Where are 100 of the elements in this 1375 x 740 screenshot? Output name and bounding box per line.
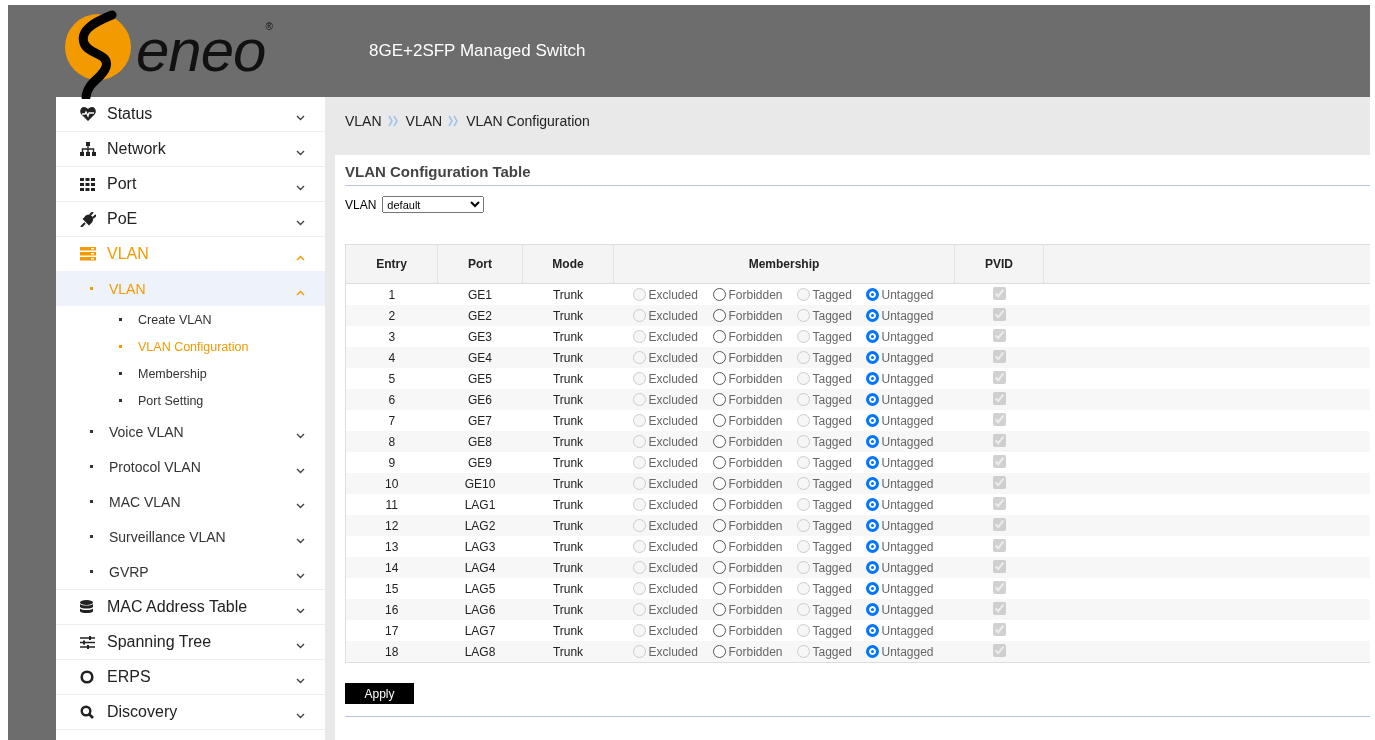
radio-button[interactable] [865,456,879,469]
table-cell: 1 [345,283,438,305]
table-cell: 13 [345,536,438,557]
table-cell: 10 [345,473,438,494]
radio-button[interactable] [712,309,726,322]
sitemap-icon [80,142,96,156]
radio-button[interactable] [865,309,879,322]
menu-item[interactable]: PoE [56,202,325,237]
submenu-item[interactable]: GVRP [56,554,325,589]
radio-button[interactable] [712,414,726,427]
breadcrumb-item: VLAN Configuration [466,113,590,129]
radio-label: Forbidden [728,392,783,407]
table-cell: Trunk [522,557,614,578]
radio-button[interactable] [712,498,726,511]
radio-button[interactable] [865,498,879,511]
menu-item[interactable]: Port [56,167,325,202]
radio-button[interactable] [865,477,879,490]
vlan-select[interactable]: default [382,196,485,213]
submenu-item[interactable]: Surveillance VLAN [56,519,325,554]
menu-item[interactable]: Network [56,132,325,167]
grid-icon [80,177,95,191]
radio-label: Untagged [881,371,934,386]
table-cell: GE10 [437,473,523,494]
radio-label: Tagged [812,308,852,323]
table-cell: Trunk [522,494,614,515]
radio-label: Untagged [881,329,934,344]
radio-label: Excluded [648,602,698,617]
heartbeat-icon [80,107,96,121]
table-cell: Trunk [522,515,614,536]
radio-button[interactable] [712,582,726,595]
radio-button[interactable] [865,519,879,532]
radio-button[interactable] [712,561,726,574]
radio-button[interactable] [712,393,726,406]
radio-button[interactable] [712,372,726,385]
radio-button[interactable] [865,372,879,385]
radio-button[interactable] [865,435,879,448]
table-cell: GE3 [437,326,523,347]
radio-button[interactable] [712,330,726,343]
radio-button[interactable] [865,288,879,301]
radio-label: Untagged [881,644,934,659]
radio-button[interactable] [712,351,726,364]
submenu-link[interactable]: Create VLAN [56,306,325,333]
table-cell: 16 [345,599,438,620]
table-cell: Trunk [522,599,614,620]
radio-button[interactable] [865,624,879,637]
menu-item[interactable]: Discovery [56,695,325,730]
submenu-item[interactable]: Voice VLAN [56,414,325,449]
table-cell: 2 [345,305,438,326]
radio-button[interactable] [712,603,726,616]
table-cell: 7 [345,410,438,431]
table-cell: Trunk [522,326,614,347]
submenu-link[interactable]: Membership [56,360,325,387]
radio-button[interactable] [865,393,879,406]
submenu-item[interactable]: Protocol VLAN [56,449,325,484]
table-cell: LAG8 [437,641,523,663]
menu-item[interactable]: Status [56,97,325,132]
radio-button[interactable] [712,624,726,637]
radio-button[interactable] [712,456,726,469]
radio-label: Forbidden [728,560,783,575]
double-chevron-icon [387,115,400,127]
submenu-item[interactable]: MAC VLAN [56,484,325,519]
server-icon [80,247,96,261]
radio-button[interactable] [865,645,879,658]
radio-button[interactable] [712,435,726,448]
menu-item[interactable]: MAC Address Table [56,590,325,625]
menu-item[interactable]: ERPS [56,660,325,695]
bullet-icon [119,345,122,348]
radio-button[interactable] [865,414,879,427]
table-cell: GE5 [437,368,523,389]
radio-label: Forbidden [728,350,783,365]
table-cell: Trunk [522,389,614,410]
menu-item[interactable]: Spanning Tree [56,625,325,660]
radio-label: Forbidden [728,602,783,617]
radio-button[interactable] [712,645,726,658]
radio-button[interactable] [865,561,879,574]
chevron-icon [296,185,305,191]
radio-label: Tagged [812,287,852,302]
radio-label: Untagged [881,623,934,638]
radio-button[interactable] [865,540,879,553]
radio-button[interactable] [712,519,726,532]
radio-button[interactable] [865,603,879,616]
radio-label: Tagged [812,560,852,575]
radio-button[interactable] [865,582,879,595]
radio-button[interactable] [865,330,879,343]
radio-button[interactable] [712,288,726,301]
chevron-icon [296,572,305,579]
radio-label: Forbidden [728,455,783,470]
chevron-icon [296,289,305,296]
radio-label: Tagged [812,539,852,554]
radio-button[interactable] [712,477,726,490]
radio-label: Untagged [881,518,934,533]
radio-label: Untagged [881,434,934,449]
radio-label: Untagged [881,308,934,323]
submenu-link[interactable]: Port Setting [56,387,325,414]
radio-label: Forbidden [728,476,783,491]
table-cell: 14 [345,557,438,578]
radio-button[interactable] [712,540,726,553]
apply-button[interactable]: Apply [345,683,414,704]
radio-label: Excluded [648,539,698,554]
radio-button[interactable] [865,351,879,364]
